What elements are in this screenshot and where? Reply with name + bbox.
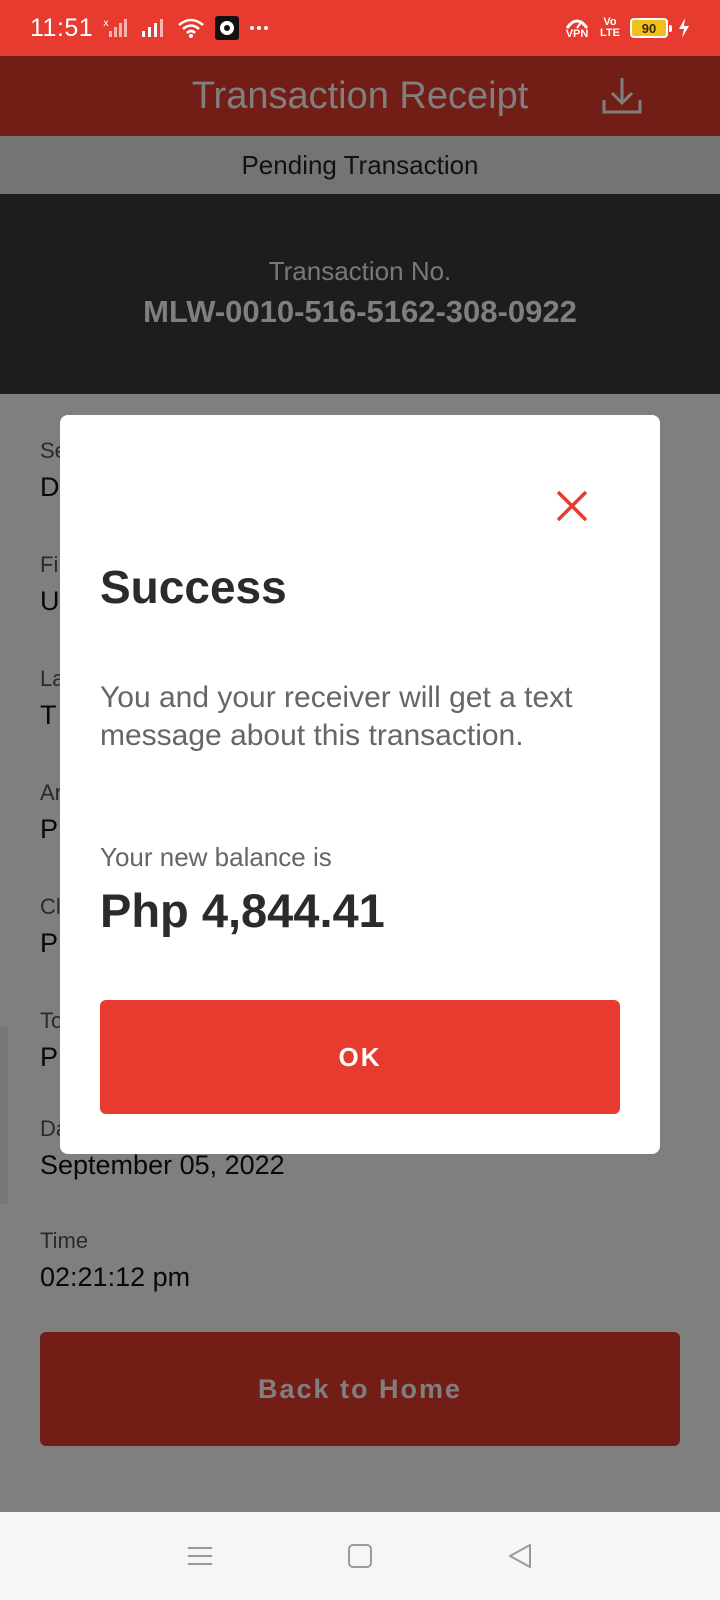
status-time: 11:51	[30, 13, 94, 42]
menu-icon	[188, 1547, 212, 1565]
home-square-icon	[348, 1544, 372, 1568]
close-icon	[556, 490, 588, 522]
ok-button[interactable]: OK	[100, 1000, 620, 1114]
signal-icon	[141, 17, 167, 39]
signal-x-icon: x	[103, 17, 131, 39]
wifi-icon	[177, 17, 205, 39]
svg-text:x: x	[103, 18, 109, 29]
volte-icon: Vo LTE	[600, 17, 620, 39]
volte-bottom-label: LTE	[600, 27, 620, 39]
charging-icon	[678, 18, 690, 38]
close-button[interactable]	[552, 486, 592, 526]
success-dialog: Success You and your receiver will get a…	[60, 415, 660, 1154]
home-nav-button[interactable]	[340, 1536, 380, 1576]
more-icon	[249, 24, 269, 32]
navigation-bar	[0, 1512, 720, 1600]
app-notification-icon	[215, 16, 240, 40]
status-left: 11:51 x	[30, 14, 269, 43]
status-bar: 11:51 x VPN Vo LTE 90	[0, 0, 720, 56]
status-right: VPN Vo LTE 90	[564, 17, 690, 40]
battery-icon: 90	[630, 18, 672, 38]
battery-level: 90	[641, 20, 657, 36]
back-nav-button[interactable]	[500, 1536, 540, 1576]
dialog-title: Success	[100, 561, 287, 613]
balance-value: Php 4,844.41	[100, 884, 385, 937]
dialog-message: You and your receiver will get a text me…	[100, 681, 573, 752]
back-triangle-icon	[509, 1544, 531, 1568]
transaction-receipt-screen: 11:51 x VPN Vo LTE 90 Success You and yo…	[0, 0, 720, 1600]
vpn-icon: VPN	[564, 17, 590, 40]
menu-button[interactable]	[180, 1536, 220, 1576]
balance-label: Your new balance is	[100, 842, 332, 872]
vpn-label: VPN	[565, 27, 589, 40]
